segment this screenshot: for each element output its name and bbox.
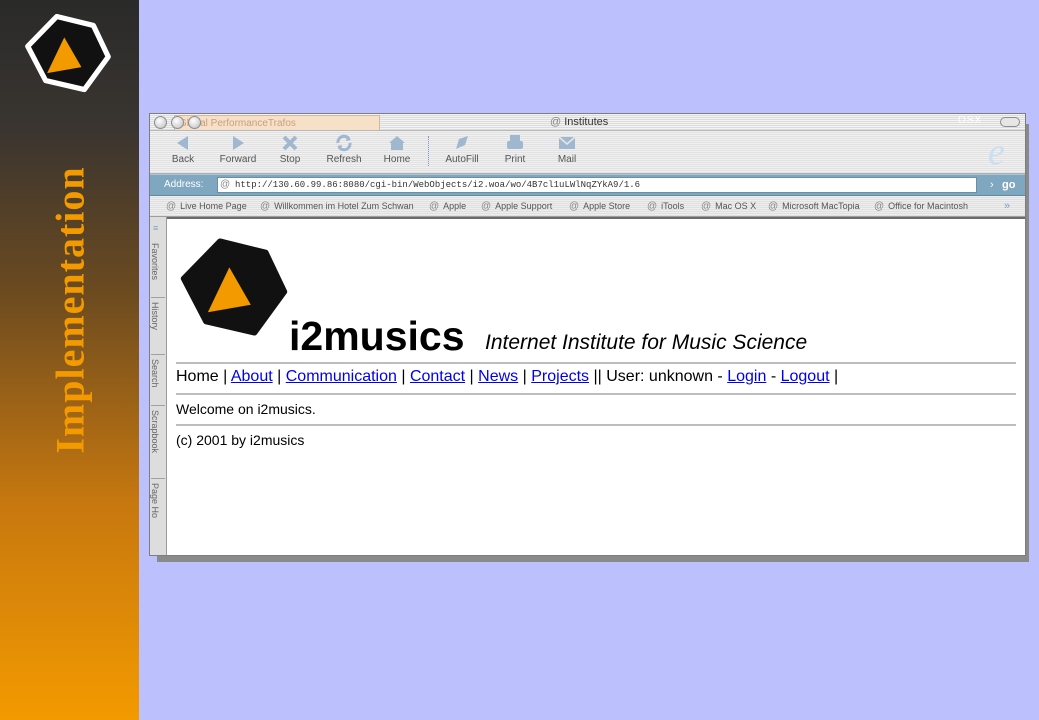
mail-icon	[558, 136, 576, 149]
favorite-link[interactable]: @ Apple	[429, 196, 466, 217]
favorite-link[interactable]: @ Mac OS X	[701, 196, 756, 217]
favorite-icon: @	[647, 201, 658, 212]
more-favorites-icon[interactable]: »	[1004, 196, 1010, 216]
window-title: @ Institutes	[550, 116, 609, 128]
explorer-tab-favorites[interactable]: Favorites	[150, 239, 165, 298]
go-arrow-icon: ›	[990, 179, 994, 191]
favorite-icon: @	[701, 201, 712, 212]
page-icon: @	[220, 179, 231, 190]
nav-communication-link[interactable]: Communication	[286, 368, 397, 385]
explorer-tab-search[interactable]: Search	[150, 355, 165, 406]
address-bar: Address: http://130.60.99.86:8080/cgi-bi…	[150, 174, 1025, 196]
printer-icon	[507, 135, 523, 149]
nav-home: Home	[176, 368, 219, 385]
slide-sidebar: Implementation	[0, 0, 139, 720]
refresh-button[interactable]: Refresh	[316, 133, 372, 165]
os-label: OSX	[958, 115, 983, 126]
user-status: User: unknown	[606, 368, 713, 385]
logout-link[interactable]: Logout	[781, 368, 830, 385]
favorite-icon: @	[166, 201, 177, 212]
favorite-icon: @	[260, 201, 271, 212]
divider	[176, 362, 1016, 364]
explorer-tab-history[interactable]: History	[150, 298, 165, 355]
login-link[interactable]: Login	[727, 368, 766, 385]
nav-about-link[interactable]: About	[231, 368, 273, 385]
page-content: i2musics Internet Institute for Music Sc…	[167, 217, 1025, 555]
page-proxy-icon: @	[550, 116, 562, 128]
browser-window: Global PerformanceTrafos @ Institutes OS…	[149, 113, 1026, 556]
slide-title: Implementation	[47, 166, 93, 454]
favorite-icon: @	[768, 201, 779, 212]
refresh-icon	[336, 134, 352, 152]
explorer-tab-page-holder[interactable]: Page Ho	[150, 479, 165, 541]
favorite-link[interactable]: @ Microsoft MacTopia	[768, 196, 860, 217]
favorite-link[interactable]: @ Apple Support	[481, 196, 552, 217]
nav-projects-link[interactable]: Projects	[531, 368, 589, 385]
close-window-icon[interactable]	[154, 116, 167, 129]
i2musics-logo-icon	[180, 238, 288, 336]
title-bar[interactable]: Global PerformanceTrafos @ Institutes OS…	[150, 114, 1025, 131]
address-input[interactable]: http://130.60.99.86:8080/cgi-bin/WebObje…	[217, 177, 977, 193]
home-icon	[389, 136, 405, 150]
forward-arrow-icon	[233, 136, 244, 150]
browser-toolbar: Back Forward Stop Refresh Home AutoFill …	[150, 131, 1025, 174]
mail-button[interactable]: Mail	[539, 133, 595, 165]
explorer-tab-scrapbook[interactable]: Scrapbook	[150, 406, 165, 479]
favorite-link[interactable]: @ Willkommen im Hotel Zum Schwan	[260, 196, 414, 217]
brand-tagline: Internet Institute for Music Science	[485, 331, 808, 354]
explorer-grip-icon[interactable]: ≡	[153, 223, 158, 233]
autofill-button[interactable]: AutoFill	[434, 133, 490, 165]
print-button[interactable]: Print	[487, 133, 543, 165]
back-button[interactable]: Back	[155, 133, 211, 165]
forward-button[interactable]: Forward	[210, 133, 266, 165]
favorite-icon: @	[569, 201, 580, 212]
autofill-icon	[456, 136, 468, 149]
background-window-tab[interactable]: Global PerformanceTrafos	[174, 115, 380, 130]
brand-name: i2musics	[289, 313, 465, 359]
welcome-message: Welcome on i2musics.	[176, 401, 316, 417]
stop-x-icon	[282, 135, 298, 151]
favorite-link[interactable]: @ iTools	[647, 196, 684, 217]
address-label: Address:	[164, 179, 204, 190]
favorite-icon: @	[429, 201, 440, 212]
divider	[176, 424, 1016, 426]
favorite-link[interactable]: @ Office for Macintosh	[874, 196, 968, 217]
nav-news-link[interactable]: News	[478, 368, 518, 385]
explorer-bar: ≡ Favorites History Search Scrapbook Pag…	[150, 217, 167, 555]
favorite-link[interactable]: @ Live Home Page	[166, 196, 247, 217]
i2musics-logo-icon	[25, 13, 111, 93]
site-navigation: Home | About | Communication | Contact |…	[176, 368, 839, 385]
favorites-bar: @ Live Home Page @ Willkommen im Hotel Zum…	[150, 196, 1025, 217]
home-button[interactable]: Home	[369, 133, 425, 165]
divider	[176, 393, 1016, 395]
internet-explorer-logo-icon: e	[988, 131, 1005, 173]
favorite-link[interactable]: @ Apple Store	[569, 196, 630, 217]
toolbar-toggle-button[interactable]	[1000, 117, 1020, 127]
go-button[interactable]: go	[1002, 175, 1015, 195]
copyright-notice: (c) 2001 by i2musics	[176, 432, 305, 448]
back-arrow-icon	[177, 136, 188, 150]
minimize-window-icon[interactable]	[171, 116, 184, 129]
stop-button[interactable]: Stop	[262, 133, 318, 165]
toolbar-separator	[428, 136, 429, 166]
zoom-window-icon[interactable]	[188, 116, 201, 129]
nav-contact-link[interactable]: Contact	[410, 368, 465, 385]
favorite-icon: @	[481, 201, 492, 212]
favorite-icon: @	[874, 201, 885, 212]
